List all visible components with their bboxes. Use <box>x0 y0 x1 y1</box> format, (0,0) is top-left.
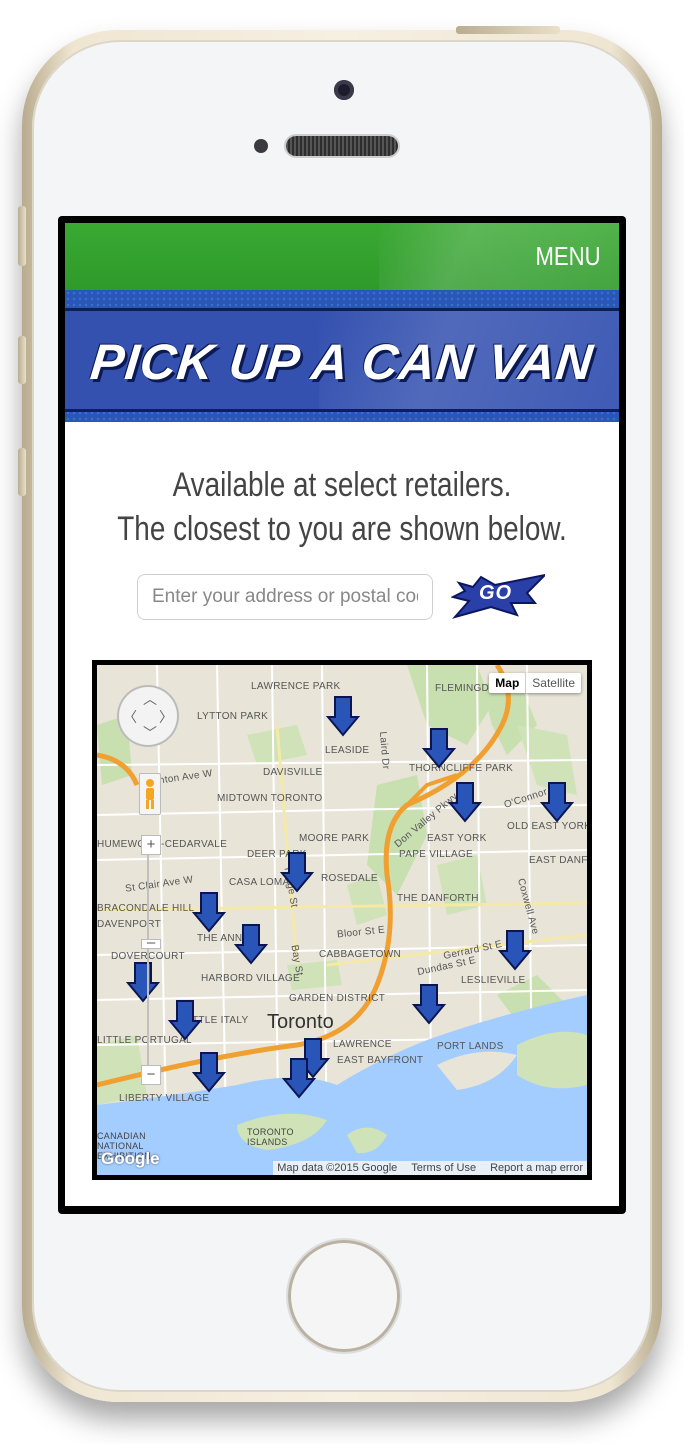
address-search-input[interactable] <box>137 574 433 620</box>
earpiece-speaker <box>286 136 398 156</box>
zoom-slider[interactable]: + – − <box>141 835 161 1085</box>
go-label: GO <box>479 582 513 604</box>
power-button <box>456 26 560 34</box>
volume-up-button <box>18 336 26 384</box>
go-button[interactable]: GO <box>450 573 549 619</box>
map-type-toggle: Map Satellite <box>489 673 581 693</box>
pan-up-icon[interactable]: ︿ <box>143 689 157 709</box>
street-view-pegman-icon[interactable] <box>139 773 161 815</box>
store-map-frame: LAWRENCE PARK FLEMINGDON PARK LYTTON PAR… <box>92 660 592 1180</box>
store-marker[interactable] <box>449 782 481 822</box>
store-marker[interactable] <box>413 984 445 1024</box>
store-marker[interactable] <box>193 892 225 932</box>
zoom-handle[interactable]: – <box>141 935 161 950</box>
top-nav-bar: MENU <box>65 223 619 290</box>
silent-switch <box>18 206 26 266</box>
store-marker[interactable] <box>423 728 455 768</box>
store-marker[interactable] <box>541 782 573 822</box>
intro-line-1: Available at select retailers. <box>172 466 512 504</box>
proximity-sensor <box>254 139 268 153</box>
banner-title: PICK UP A CAN VAN <box>87 334 597 390</box>
pan-down-icon[interactable]: ﹀ <box>143 723 157 743</box>
store-markers <box>127 696 573 1098</box>
pan-control[interactable]: ︿ ﹀ 〈 〉 <box>119 687 177 745</box>
map-type-map[interactable]: Map <box>489 673 527 693</box>
map-data-credit: Map data ©2015 Google <box>277 1162 398 1174</box>
zoom-rail <box>147 847 149 1067</box>
front-camera <box>334 80 354 100</box>
volume-down-button <box>18 448 26 496</box>
store-marker[interactable] <box>327 696 359 736</box>
store-marker[interactable] <box>235 924 267 964</box>
zoom-in-button[interactable]: + <box>141 835 161 855</box>
report-error-link[interactable]: Report a map error <box>490 1162 583 1174</box>
zoom-out-button[interactable]: − <box>141 1065 161 1085</box>
phone-screen: MENU PICK UP A CAN VAN Available at sele… <box>58 216 626 1214</box>
map-attribution: Map data ©2015 Google Terms of Use Repor… <box>273 1161 587 1175</box>
store-marker[interactable] <box>281 852 313 892</box>
store-marker[interactable] <box>193 1052 225 1092</box>
pan-right-icon[interactable]: 〉 <box>159 707 173 727</box>
home-button[interactable] <box>288 1240 400 1352</box>
intro-line-2: The closest to you are shown below. <box>117 510 567 548</box>
map-type-satellite[interactable]: Satellite <box>526 673 581 693</box>
page-banner: PICK UP A CAN VAN <box>65 290 619 422</box>
pan-left-icon[interactable]: 〈 <box>123 707 137 727</box>
terms-of-use-link[interactable]: Terms of Use <box>411 1162 476 1174</box>
store-map[interactable]: LAWRENCE PARK FLEMINGDON PARK LYTTON PAR… <box>97 665 587 1175</box>
banner-strip: PICK UP A CAN VAN <box>65 308 619 412</box>
page-viewport: MENU PICK UP A CAN VAN Available at sele… <box>65 223 619 1206</box>
intro-text: Available at select retailers. The close… <box>65 463 619 551</box>
google-logo: Google <box>101 1149 160 1168</box>
store-marker[interactable] <box>499 930 531 970</box>
menu-button[interactable]: MENU <box>536 241 601 272</box>
store-marker[interactable] <box>169 1000 201 1040</box>
